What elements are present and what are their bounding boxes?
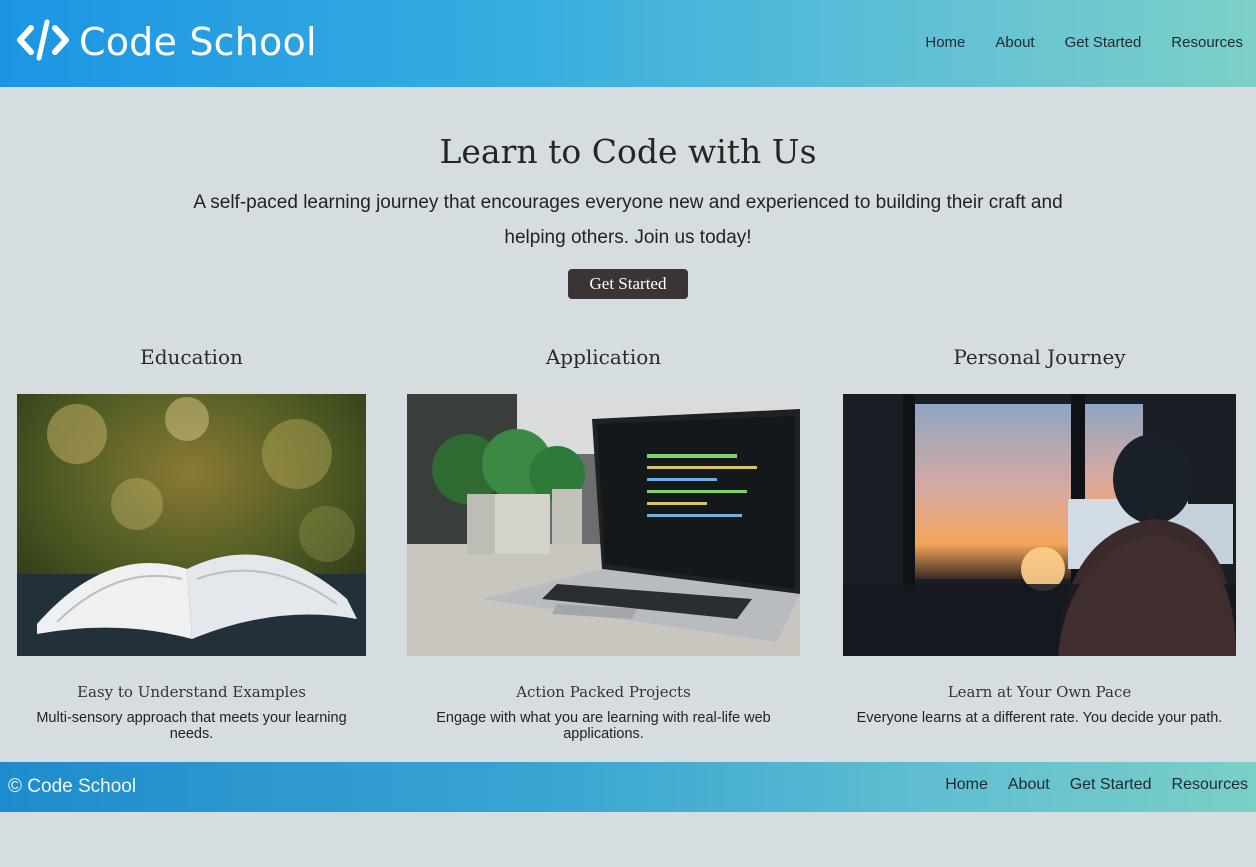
brand-logo[interactable]: Code School bbox=[17, 18, 317, 66]
feature-title-application: Application bbox=[545, 345, 662, 369]
feature-description-line: Engage with what you are learning with r… bbox=[436, 710, 771, 726]
hero-description-line: helping others. Join us today! bbox=[504, 227, 752, 248]
hero-description-line: A self-paced learning journey that encou… bbox=[193, 192, 1063, 213]
nav-resources-link[interactable]: Resources bbox=[1171, 34, 1243, 51]
brand-name: Code School bbox=[79, 20, 317, 64]
feature-title-personal-journey: Personal Journey bbox=[953, 345, 1126, 369]
site-footer: © Code School Home About Get Started Res… bbox=[0, 762, 1256, 812]
footer-resources-link[interactable]: Resources bbox=[1172, 776, 1248, 794]
get-started-button[interactable]: Get Started bbox=[568, 269, 688, 299]
hero-description: A self-paced learning journey that encou… bbox=[190, 185, 1066, 255]
feature-description-personal-journey: Everyone learns at a different rate. You… bbox=[843, 710, 1236, 726]
feature-description-line: Everyone learns at a different rate. You… bbox=[856, 710, 1223, 726]
feature-subtitle-application: Action Packed Projects bbox=[516, 683, 691, 701]
nav-about-link[interactable]: About bbox=[995, 34, 1034, 51]
site-header: Code School Home About Get Started Resou… bbox=[0, 0, 1256, 87]
feature-title-education: Education bbox=[140, 345, 243, 369]
footer-nav: Home About Get Started Resources bbox=[945, 776, 1248, 794]
laptop-with-plants-image bbox=[407, 394, 800, 656]
main-nav: Home About Get Started Resources bbox=[925, 34, 1243, 51]
person-at-sunset-window-image bbox=[843, 394, 1236, 656]
feature-description-line: Multi-sensory approach that meets your l… bbox=[36, 710, 347, 726]
feature-subtitle-education: Easy to Understand Examples bbox=[77, 683, 306, 701]
footer-about-link[interactable]: About bbox=[1008, 776, 1050, 794]
copyright-text: © Code School bbox=[8, 776, 137, 797]
code-brackets-icon bbox=[17, 18, 69, 66]
open-book-image bbox=[17, 394, 366, 656]
footer-home-link[interactable]: Home bbox=[945, 776, 988, 794]
feature-description-line: applications. bbox=[563, 726, 644, 742]
nav-get-started-link[interactable]: Get Started bbox=[1065, 34, 1142, 51]
footer-get-started-link[interactable]: Get Started bbox=[1070, 776, 1152, 794]
feature-description-application: Engage with what you are learning with r… bbox=[407, 710, 800, 742]
feature-description-education: Multi-sensory approach that meets your l… bbox=[17, 710, 366, 742]
feature-description-line: needs. bbox=[169, 726, 214, 742]
hero-title: Learn to Code with Us bbox=[439, 132, 817, 171]
feature-subtitle-personal-journey: Learn at Your Own Pace bbox=[947, 683, 1132, 701]
nav-home-link[interactable]: Home bbox=[925, 34, 965, 51]
